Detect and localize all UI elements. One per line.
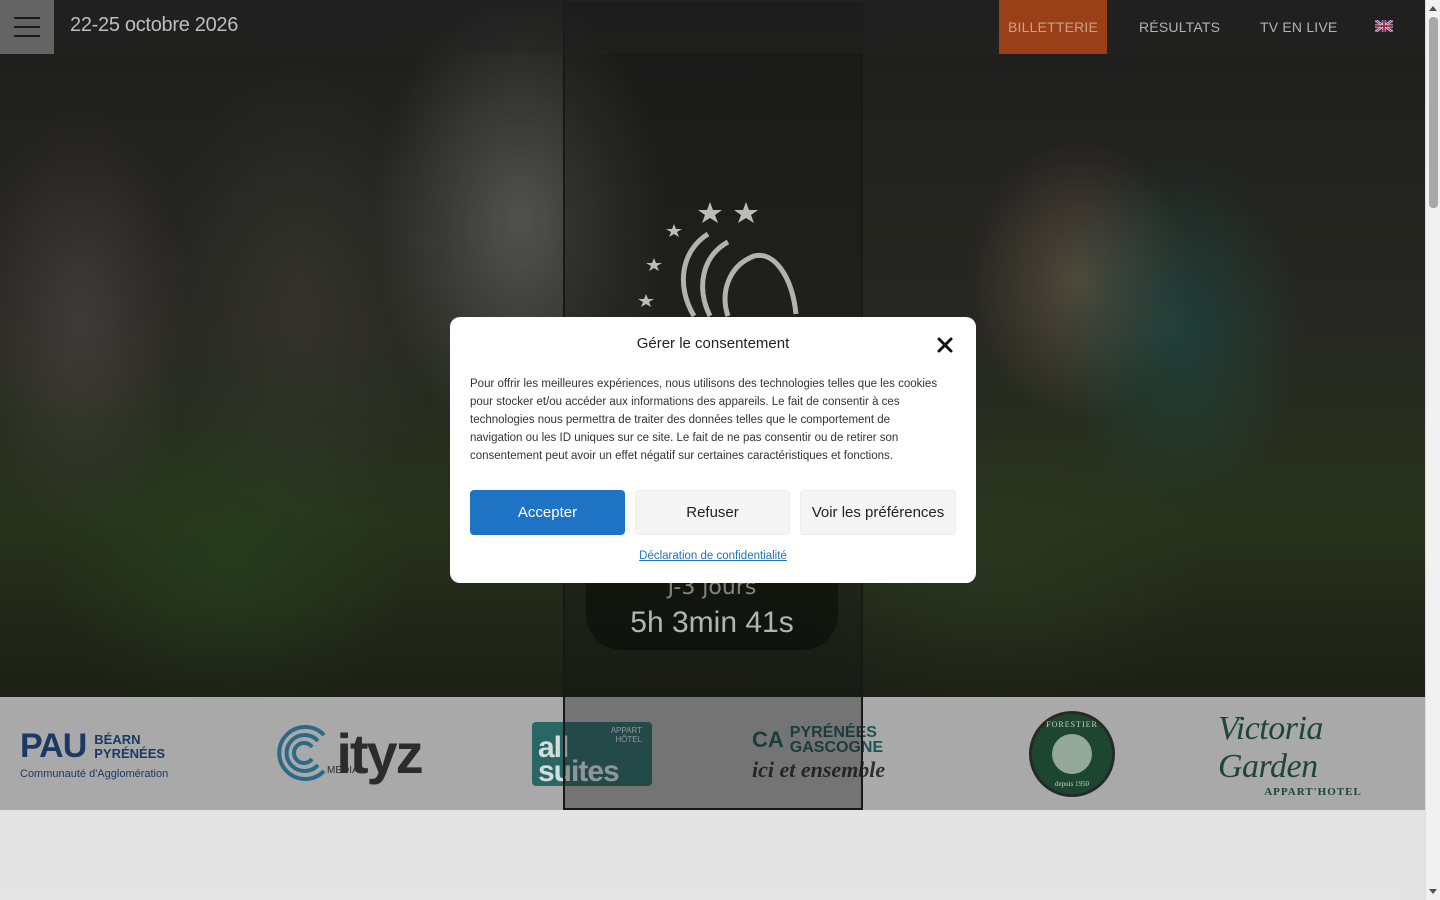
consent-modal: Gérer le consentement Pour offrir les me… bbox=[450, 317, 976, 583]
page-scrollbar[interactable] bbox=[1425, 0, 1440, 900]
consent-buttons: Accepter Refuser Voir les préférences bbox=[470, 490, 956, 535]
accept-button[interactable]: Accepter bbox=[470, 490, 625, 535]
scroll-up-arrow-icon[interactable] bbox=[1429, 6, 1437, 11]
consent-modal-text: Pour offrir les meilleures expériences, … bbox=[470, 378, 938, 462]
close-icon[interactable] bbox=[936, 336, 954, 354]
refuse-button[interactable]: Refuser bbox=[635, 490, 790, 535]
scroll-down-arrow-icon[interactable] bbox=[1429, 889, 1437, 894]
consent-modal-title: Gérer le consentement bbox=[636, 335, 790, 352]
privacy-statement-link[interactable]: Déclaration de confidentialité bbox=[450, 550, 976, 562]
view-preferences-button[interactable]: Voir les préférences bbox=[800, 490, 956, 535]
scrollbar-thumb[interactable] bbox=[1429, 17, 1438, 208]
